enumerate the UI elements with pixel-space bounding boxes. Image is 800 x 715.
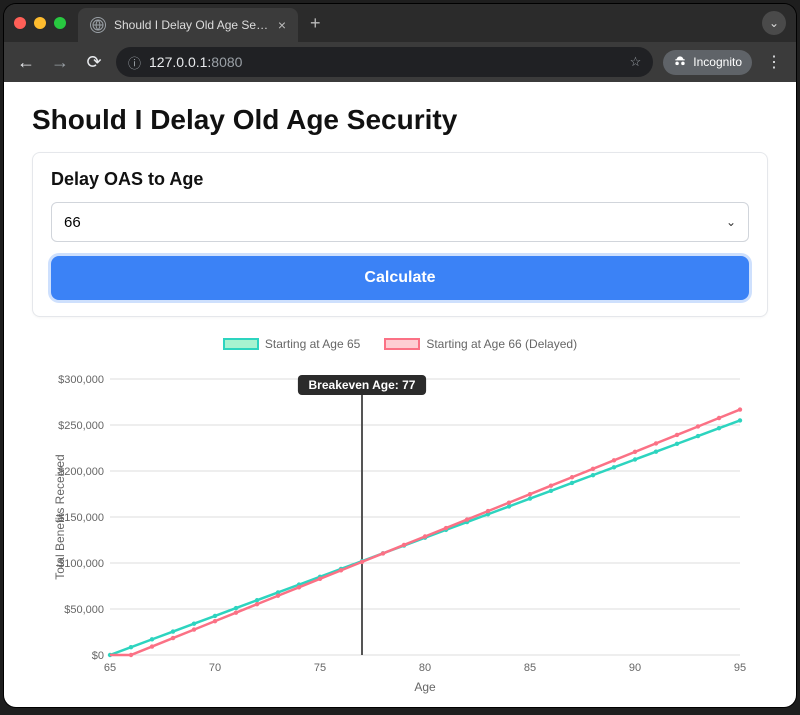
browser-toolbar: ← → ⟳ ⓘ 127.0.0.1:8080 ☆ Incognito ⋮	[4, 42, 796, 82]
new-tab-button[interactable]: +	[298, 13, 333, 34]
chart-container: Starting at Age 65 Starting at Age 66 (D…	[50, 337, 750, 700]
svg-text:$300,000: $300,000	[58, 374, 104, 386]
page-viewport: Should I Delay Old Age Security Delay OA…	[4, 82, 796, 707]
legend-item-series-a[interactable]: Starting at Age 65	[223, 337, 360, 351]
browser-menu-button[interactable]: ⋮	[762, 52, 786, 72]
minimize-window-button[interactable]	[34, 17, 46, 29]
address-bar[interactable]: ⓘ 127.0.0.1:8080 ☆	[116, 47, 653, 77]
svg-text:Breakeven Age: 77: Breakeven Age: 77	[309, 378, 416, 392]
svg-text:$50,000: $50,000	[64, 604, 104, 616]
window-controls	[14, 17, 66, 29]
svg-text:$0: $0	[92, 650, 104, 662]
page-title: Should I Delay Old Age Security	[32, 104, 768, 136]
incognito-badge[interactable]: Incognito	[663, 50, 752, 75]
svg-text:75: 75	[314, 662, 326, 674]
incognito-icon	[673, 54, 687, 71]
legend-swatch-b	[384, 338, 420, 350]
svg-text:65: 65	[104, 662, 116, 674]
back-button[interactable]: ←	[14, 52, 38, 73]
chevron-down-icon: ⌄	[726, 215, 736, 229]
form-label: Delay OAS to Age	[51, 169, 749, 190]
form-card: Delay OAS to Age 66 ⌄ Calculate	[32, 152, 768, 317]
svg-text:Total Benefits Received: Total Benefits Received	[53, 454, 67, 579]
close-tab-button[interactable]: ×	[278, 17, 286, 33]
incognito-label: Incognito	[693, 55, 742, 69]
tabs-dropdown-button[interactable]: ⌄	[762, 11, 786, 35]
legend-label-a: Starting at Age 65	[265, 337, 360, 351]
svg-text:Age: Age	[414, 680, 436, 694]
forward-button[interactable]: →	[48, 52, 72, 73]
svg-text:85: 85	[524, 662, 536, 674]
reload-button[interactable]: ⟳	[82, 52, 106, 73]
line-chart: $0$50,000$100,000$150,000$200,000$250,00…	[50, 355, 750, 695]
legend-item-series-b[interactable]: Starting at Age 66 (Delayed)	[384, 337, 577, 351]
tab-title: Should I Delay Old Age Secur	[114, 18, 270, 32]
delay-age-select[interactable]: 66 ⌄	[51, 202, 749, 242]
legend-label-b: Starting at Age 66 (Delayed)	[426, 337, 577, 351]
globe-icon	[90, 17, 106, 33]
site-info-icon[interactable]: ⓘ	[128, 53, 141, 72]
svg-text:70: 70	[209, 662, 221, 674]
close-window-button[interactable]	[14, 17, 26, 29]
svg-text:$250,000: $250,000	[58, 420, 104, 432]
chart-legend: Starting at Age 65 Starting at Age 66 (D…	[50, 337, 750, 351]
svg-text:90: 90	[629, 662, 641, 674]
svg-text:80: 80	[419, 662, 431, 674]
maximize-window-button[interactable]	[54, 17, 66, 29]
calculate-button[interactable]: Calculate	[51, 256, 749, 300]
browser-tab[interactable]: Should I Delay Old Age Secur ×	[78, 8, 298, 42]
legend-swatch-a	[223, 338, 259, 350]
select-value: 66	[64, 214, 81, 231]
svg-text:95: 95	[734, 662, 746, 674]
window-titlebar: Should I Delay Old Age Secur × + ⌄	[4, 4, 796, 42]
bookmark-star-icon[interactable]: ☆	[630, 54, 642, 70]
url-text: 127.0.0.1:8080	[149, 54, 622, 70]
